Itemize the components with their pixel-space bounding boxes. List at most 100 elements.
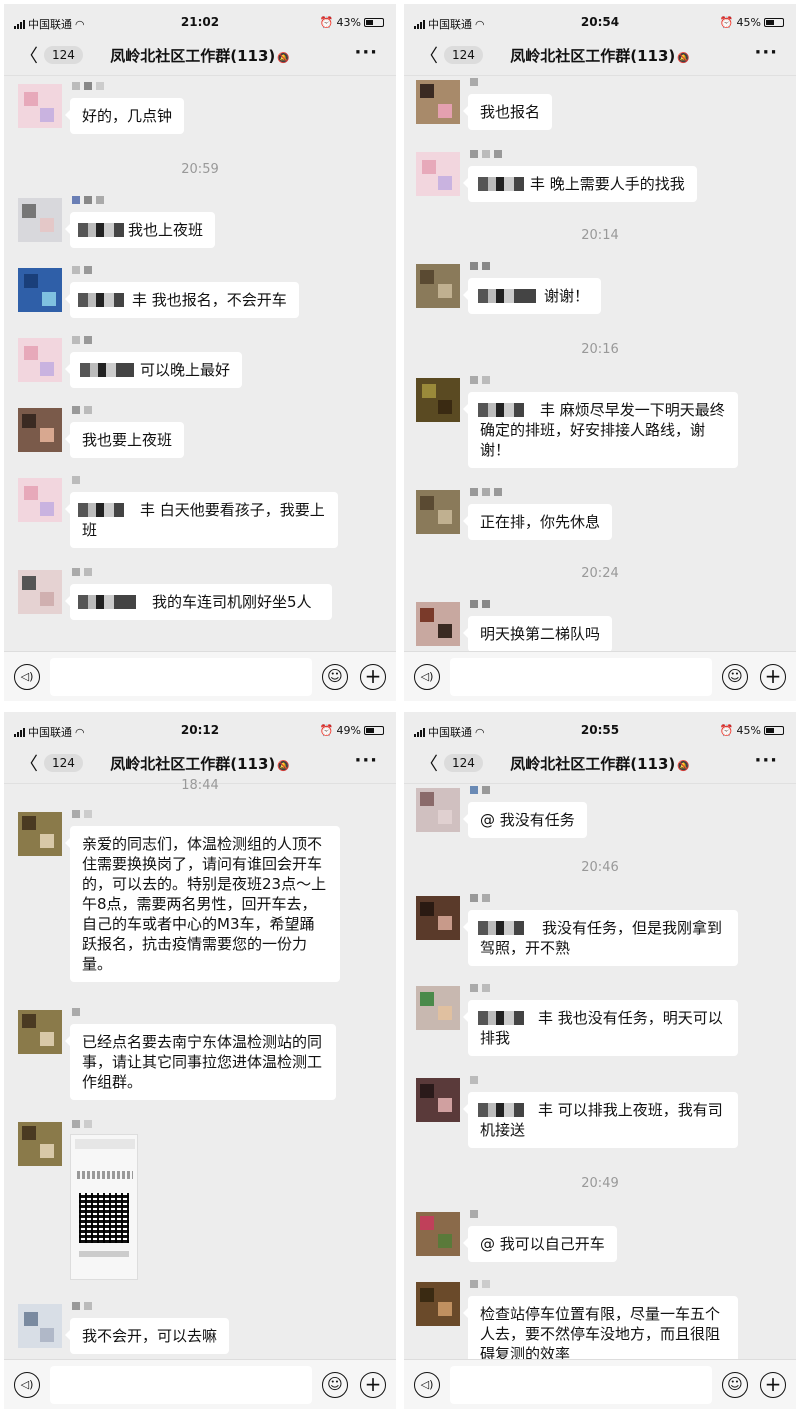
avatar[interactable] xyxy=(18,84,62,128)
sender-name xyxy=(72,1008,106,1018)
voice-icon[interactable]: ◁) xyxy=(14,664,40,690)
avatar[interactable] xyxy=(18,478,62,522)
more-icon[interactable]: ··· xyxy=(754,42,778,63)
message-bubble[interactable]: 丰 可以排我上夜班，我有司机接送 xyxy=(463,1092,738,1148)
plus-icon[interactable]: + xyxy=(760,664,786,690)
message-text: 丰 晚上需要人手的找我 xyxy=(530,175,685,193)
sender-name xyxy=(470,262,504,272)
message-bubble[interactable]: 明天换第二梯队吗 xyxy=(462,616,613,652)
status-bar: 中国联通 ◠ 20:55 ⏰ 45% xyxy=(404,712,796,748)
sender-name xyxy=(470,786,504,796)
message-bubble[interactable]: 我也报名 xyxy=(462,94,553,130)
emoji-icon[interactable]: ☺ xyxy=(722,1372,748,1398)
message-text: 可以晚上最好 xyxy=(140,361,231,379)
emoji-icon[interactable]: ☺ xyxy=(322,664,348,690)
message-bubble[interactable]: 正在排，你先休息 xyxy=(462,504,613,540)
status-bar: 中国联通 ◠ 21:02 ⏰ 43% xyxy=(4,4,396,40)
avatar[interactable] xyxy=(18,1010,62,1054)
message-text: 谢谢！ xyxy=(544,287,590,305)
input-bar: ◁) ☺ + xyxy=(404,1359,796,1409)
message-bubble[interactable]: 丰 我也报名，不会开车 xyxy=(65,282,299,318)
message-input[interactable] xyxy=(50,658,312,696)
avatar[interactable] xyxy=(416,1078,460,1122)
alarm-icon: ⏰ xyxy=(719,724,734,737)
avatar[interactable] xyxy=(18,570,62,614)
message-bubble[interactable]: 已经点名要去南宁东体温检测站的同事，请让其它同事拉您进体温检测工作组群。 xyxy=(65,1024,336,1100)
message-bubble[interactable]: 好的，几点钟 xyxy=(64,98,185,134)
avatar[interactable] xyxy=(416,152,460,196)
avatar[interactable] xyxy=(18,338,62,382)
plus-icon[interactable]: + xyxy=(360,1372,386,1398)
voice-icon[interactable]: ◁) xyxy=(414,1372,440,1398)
avatar[interactable] xyxy=(18,1304,62,1348)
message-text: 我的车连司机刚好坐5人 xyxy=(152,593,312,611)
message-input[interactable] xyxy=(450,1366,712,1404)
timestamp: 20:46 xyxy=(581,860,619,875)
voice-icon[interactable]: ◁) xyxy=(14,1372,40,1398)
timestamp: 18:44 xyxy=(181,778,219,793)
avatar[interactable] xyxy=(416,264,460,308)
chat-title: 凤岭北社区工作群(113) 🔕 xyxy=(4,45,396,66)
chat-header: 〈 124 凤岭北社区工作群(113) 🔕 ··· xyxy=(4,36,396,76)
sender-name xyxy=(72,1302,106,1312)
message-bubble[interactable]: @ 我可以自己开车 xyxy=(463,1226,617,1262)
avatar[interactable] xyxy=(18,1122,62,1166)
message-input[interactable] xyxy=(50,1366,312,1404)
avatar[interactable] xyxy=(416,896,460,940)
sender-name xyxy=(72,82,106,92)
message-bubble[interactable]: 我没有任务，但是我刚拿到驾照，开不熟 xyxy=(463,910,738,966)
emoji-icon[interactable]: ☺ xyxy=(322,1372,348,1398)
input-bar: ◁) ☺ + xyxy=(404,651,796,701)
chat-title: 凤岭北社区工作群(113) 🔕 xyxy=(404,753,796,774)
sender-name xyxy=(72,810,106,820)
message-input[interactable] xyxy=(450,658,712,696)
message-bubble[interactable]: 丰 晚上需要人手的找我 xyxy=(463,166,697,202)
sender-name xyxy=(72,266,106,276)
avatar[interactable] xyxy=(416,602,460,646)
message-bubble[interactable]: 我的车连司机刚好坐5人 xyxy=(65,584,332,620)
avatar[interactable] xyxy=(416,788,460,832)
chat-screen-3: 中国联通 ◠ 20:12 ⏰ 49% 〈 124 凤岭北社区工作群(113) 🔕 ···… xyxy=(4,712,396,1409)
avatar[interactable] xyxy=(18,812,62,856)
timestamp: 20:14 xyxy=(581,228,619,243)
more-icon[interactable]: ··· xyxy=(754,750,778,771)
avatar[interactable] xyxy=(416,378,460,422)
avatar[interactable] xyxy=(18,198,62,242)
plus-icon[interactable]: + xyxy=(360,664,386,690)
message-bubble[interactable]: 丰 白天他要看孩子，我要上班 xyxy=(65,492,338,548)
avatar[interactable] xyxy=(18,268,62,312)
battery-percent: 43% xyxy=(336,16,361,29)
message-bubble[interactable]: 可以晚上最好 xyxy=(64,352,243,388)
battery-icon xyxy=(364,18,384,27)
message-bubble[interactable]: @ 我没有任务 xyxy=(463,802,587,838)
message-bubble[interactable]: 我不会开，可以去嘛 xyxy=(64,1318,230,1354)
sender-name xyxy=(470,984,504,994)
avatar[interactable] xyxy=(416,1282,460,1326)
voice-icon[interactable]: ◁) xyxy=(414,664,440,690)
message-bubble[interactable]: 亲爱的同志们，体温检测组的人顶不住需要换换岗了，请问有谁回会开车的，可以去的。特… xyxy=(65,826,340,982)
message-bubble[interactable]: 丰 麻烦尽早发一下明天最终确定的排班，好安排接人路线，谢谢！ xyxy=(463,392,738,468)
chat-title-text: 凤岭北社区工作群(113) xyxy=(510,47,676,65)
emoji-icon[interactable]: ☺ xyxy=(722,664,748,690)
message-bubble[interactable]: 谢谢！ xyxy=(462,278,602,314)
more-icon[interactable]: ··· xyxy=(354,42,378,63)
timestamp: 20:59 xyxy=(181,162,219,177)
chat-title: 凤岭北社区工作群(113) 🔕 xyxy=(4,753,396,774)
alarm-icon: ⏰ xyxy=(719,16,734,29)
avatar[interactable] xyxy=(416,490,460,534)
sender-name xyxy=(470,1210,504,1220)
message-bubble[interactable]: 丰 我也没有任务，明天可以排我 xyxy=(463,1000,738,1056)
image-header xyxy=(75,1139,135,1149)
battery-icon xyxy=(764,726,784,735)
sender-name xyxy=(470,894,504,904)
sender-name xyxy=(470,600,504,610)
qr-code-image[interactable] xyxy=(70,1134,138,1280)
message-bubble[interactable]: 我也要上夜班 xyxy=(64,422,185,458)
avatar[interactable] xyxy=(416,986,460,1030)
avatar[interactable] xyxy=(18,408,62,452)
plus-icon[interactable]: + xyxy=(760,1372,786,1398)
avatar[interactable] xyxy=(416,1212,460,1256)
avatar[interactable] xyxy=(416,80,460,124)
message-bubble[interactable]: 我也上夜班 xyxy=(64,212,216,248)
more-icon[interactable]: ··· xyxy=(354,750,378,771)
